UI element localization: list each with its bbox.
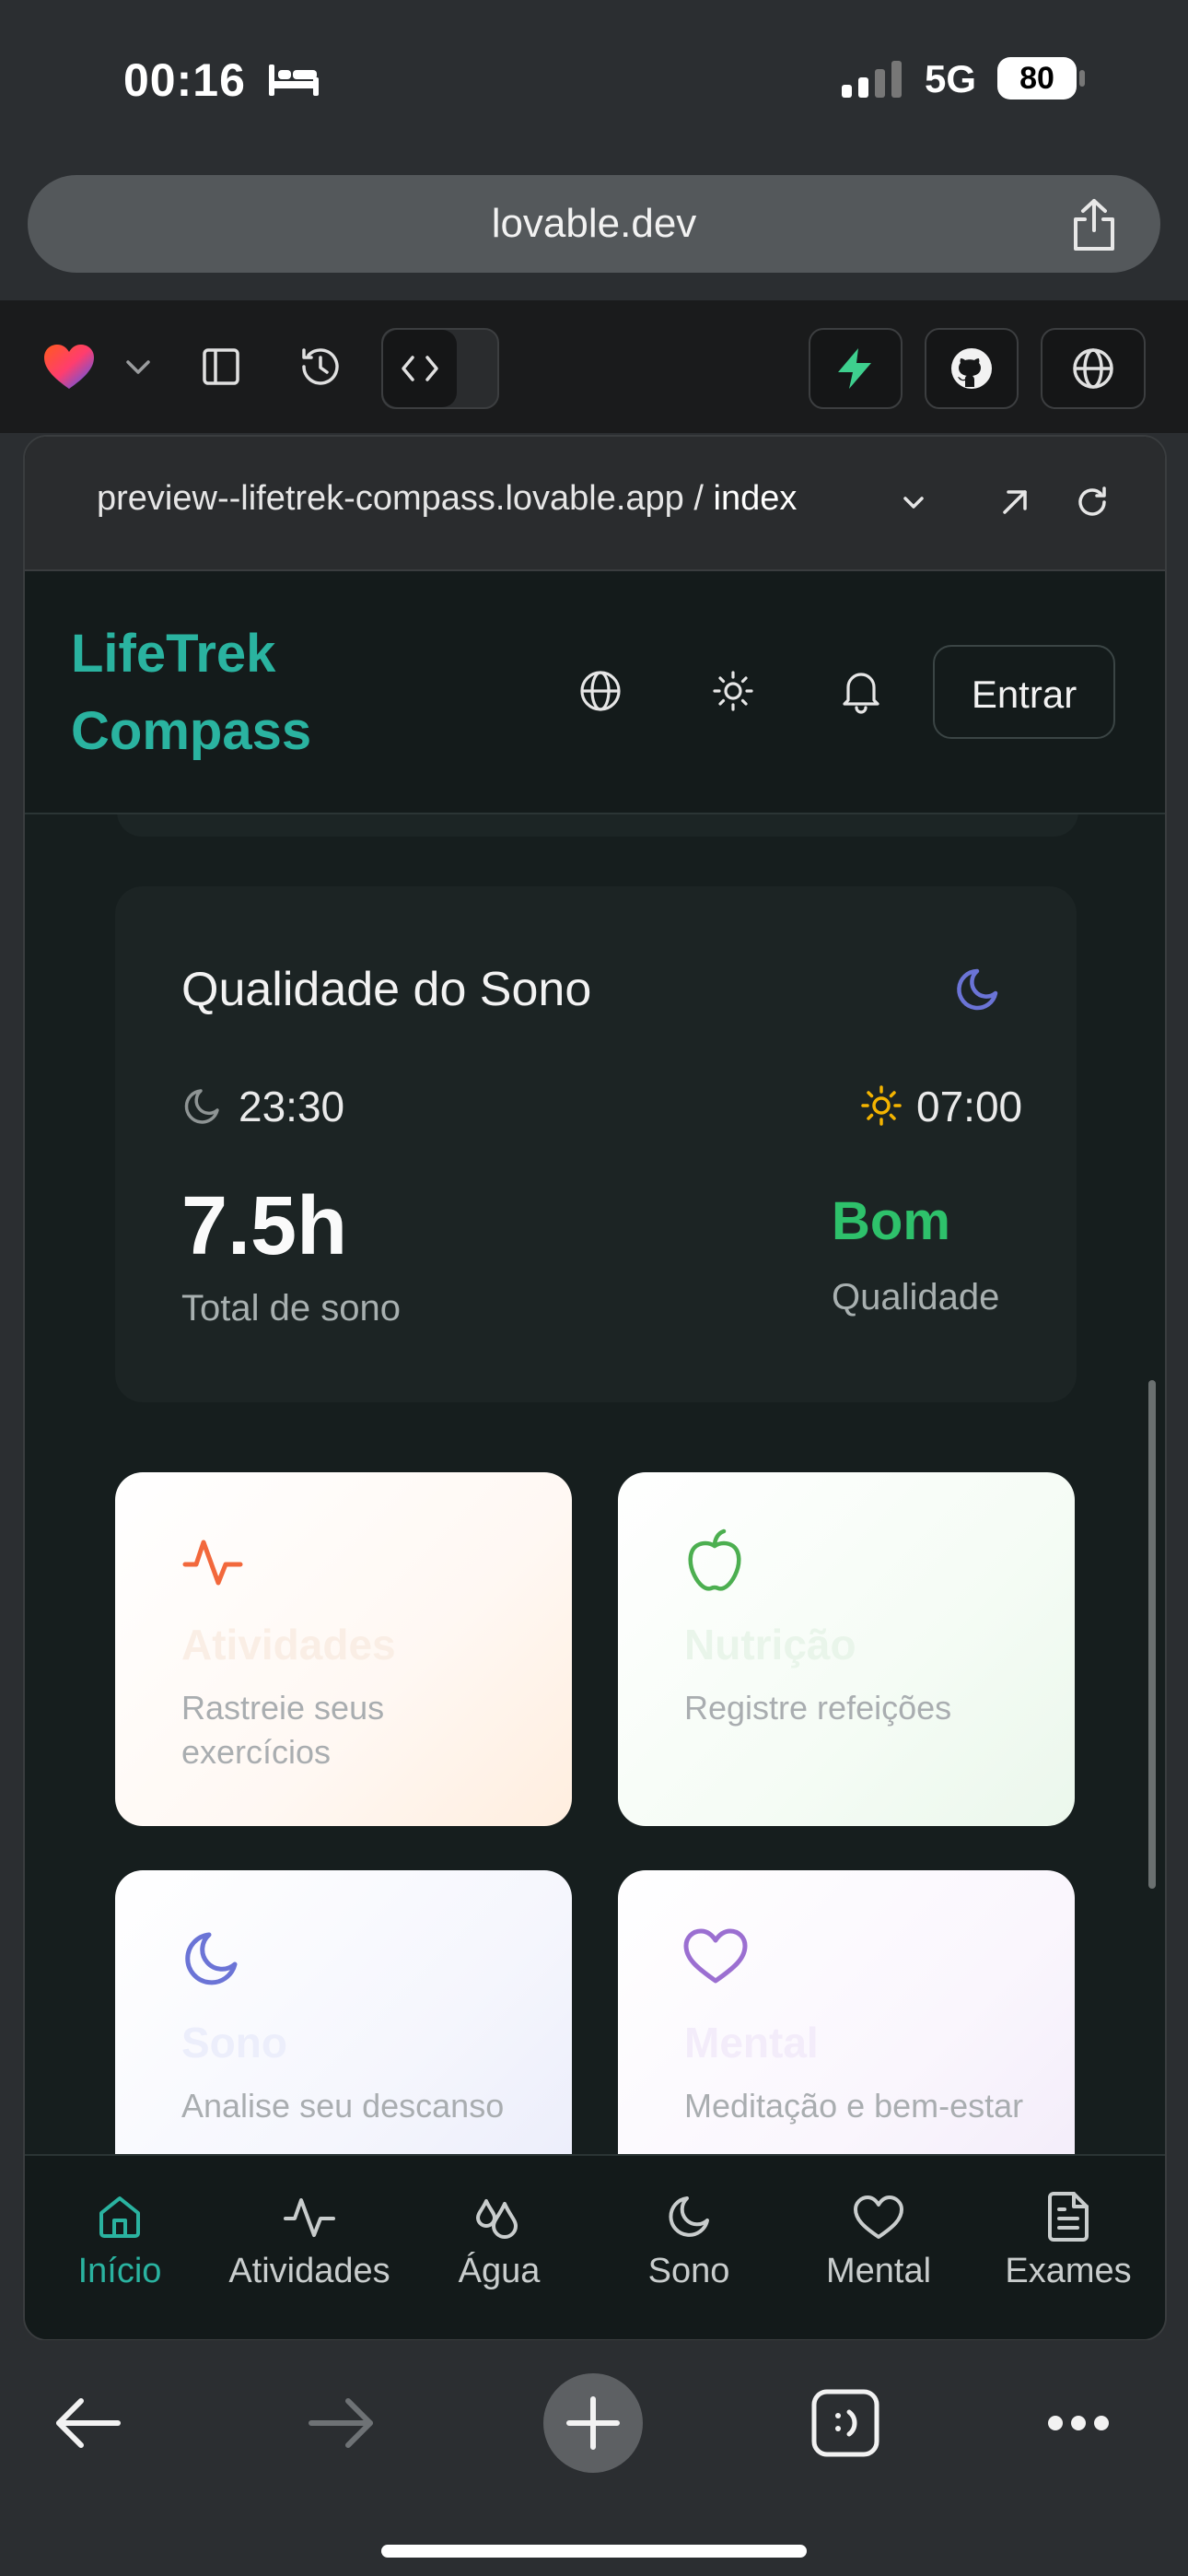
new-tab-button[interactable]: [543, 2373, 643, 2473]
nav-label: Início: [77, 2252, 162, 2290]
moon-icon: [953, 964, 1005, 1015]
feature-card-activities[interactable]: Atividades Rastreie seus exercícios: [115, 1472, 572, 1826]
home-indicator: [381, 2545, 807, 2558]
forward-arrow-icon[interactable]: [308, 2395, 376, 2451]
signal-icon: [842, 61, 906, 98]
status-bar: 00:16 5G 80: [0, 0, 1188, 166]
supabase-button[interactable]: [809, 328, 903, 409]
feature-title: Sono: [181, 2019, 287, 2067]
code-view-toggle[interactable]: [381, 328, 499, 409]
back-arrow-icon[interactable]: [53, 2395, 122, 2451]
publish-button[interactable]: [1041, 328, 1146, 409]
previous-card: [117, 814, 1078, 837]
bedtime-value: 23:30: [239, 1083, 345, 1130]
feature-title: Mental: [684, 2019, 819, 2067]
heart-nav-icon: [853, 2195, 904, 2241]
battery-indicator: 80: [997, 57, 1077, 100]
chevron-down-icon[interactable]: [125, 359, 151, 376]
tabs-icon[interactable]: [810, 2388, 880, 2458]
sleep-quality-label: Qualidade: [832, 1277, 1000, 1317]
plus-icon[interactable]: [565, 2395, 621, 2451]
activity-icon: [284, 2193, 335, 2241]
feature-card-mental[interactable]: Mental Meditação e bem-estar: [618, 1870, 1075, 2155]
brand-line-2: Compass: [71, 701, 312, 761]
heart-icon: [682, 1927, 749, 1986]
preview-address-bar: preview--lifetrek-compass.lovable.app / …: [25, 437, 1165, 571]
bottom-navigation: Início Atividades Água Sono Mental Exame…: [25, 2154, 1165, 2339]
total-sleep-value: 7.5h: [181, 1180, 348, 1272]
battery-cap-icon: [1079, 70, 1085, 87]
login-button[interactable]: Entrar: [933, 645, 1115, 739]
preview-frame: preview--lifetrek-compass.lovable.app / …: [23, 435, 1167, 2341]
droplets-icon: [473, 2193, 525, 2241]
nav-item-agua[interactable]: Água: [404, 2156, 594, 2339]
more-options-icon[interactable]: [1046, 2414, 1111, 2432]
sleep-mode-icon: [267, 61, 320, 98]
bedtime-moon-icon: [181, 1085, 224, 1128]
nav-label: Exames: [1005, 2252, 1132, 2290]
file-text-icon: [1046, 2191, 1090, 2242]
open-external-icon[interactable]: [999, 486, 1031, 518]
status-time: 00:16: [123, 54, 246, 106]
moon-nav-icon: [665, 2193, 713, 2241]
refresh-icon[interactable]: [1075, 485, 1110, 520]
app-header: LifeTrek Compass Entrar: [25, 571, 1165, 814]
share-icon[interactable]: [1068, 197, 1120, 252]
nav-label: Mental: [825, 2252, 932, 2290]
editor-toolbar: [0, 300, 1188, 433]
feature-description: Meditação e bem-estar: [684, 2087, 1024, 2125]
feature-description: Analise seu descanso: [181, 2087, 505, 2125]
preview-url[interactable]: preview--lifetrek-compass.lovable.app / …: [97, 479, 797, 519]
github-button[interactable]: [925, 328, 1019, 409]
scrollbar[interactable]: [1148, 1380, 1156, 1889]
nav-item-sono[interactable]: Sono: [594, 2156, 784, 2339]
lovable-logo-icon[interactable]: [42, 343, 96, 391]
browser-toolbar: [0, 2340, 1188, 2576]
sleep-moon-icon: [181, 1927, 244, 1990]
address-bar[interactable]: lovable.dev: [28, 175, 1160, 273]
feature-title: Nutrição: [684, 1621, 856, 1669]
nav-item-mental[interactable]: Mental: [784, 2156, 973, 2339]
nav-item-inicio[interactable]: Início: [25, 2156, 215, 2339]
github-icon[interactable]: [949, 346, 994, 391]
nav-item-atividades[interactable]: Atividades: [215, 2156, 404, 2339]
total-sleep-label: Total de sono: [181, 1288, 401, 1329]
sleep-quality-value: Bom: [832, 1191, 950, 1251]
address-bar-url[interactable]: lovable.dev: [28, 175, 1160, 273]
feature-description: Rastreie seus exercícios: [181, 1689, 385, 1771]
sleep-quality-card: Qualidade do Sono 23:30 07:00 7.5h Total…: [115, 886, 1077, 1402]
nav-item-exames[interactable]: Exames: [973, 2156, 1163, 2339]
history-icon[interactable]: [298, 345, 343, 389]
brand-line-1: LifeTrek: [71, 624, 276, 684]
nav-label: Água: [458, 2252, 541, 2290]
nav-label: Sono: [647, 2252, 730, 2290]
wake-sun-icon: [859, 1083, 903, 1128]
app-logo-text[interactable]: LifeTrek Compass: [71, 615, 375, 770]
feature-title: Atividades: [181, 1621, 396, 1669]
preview-route[interactable]: index: [714, 479, 798, 518]
notifications-bell-icon[interactable]: [837, 667, 885, 715]
sleep-card-title: Qualidade do Sono: [181, 963, 592, 1016]
apple-icon: [682, 1528, 747, 1594]
activity-pulse-icon: [181, 1531, 244, 1594]
lightning-icon[interactable]: [834, 346, 877, 391]
nav-label: Atividades: [228, 2252, 390, 2290]
sidebar-toggle-icon[interactable]: [201, 346, 241, 387]
wake-time-value: 07:00: [916, 1083, 1023, 1130]
home-icon: [96, 2193, 144, 2241]
theme-sun-icon[interactable]: [711, 669, 755, 713]
network-type: 5G: [925, 57, 977, 100]
feature-card-nutrition[interactable]: Nutrição Registre refeições: [618, 1472, 1075, 1826]
code-icon[interactable]: [400, 354, 440, 383]
route-chevron-down-icon[interactable]: [903, 496, 925, 510]
feature-description: Registre refeições: [684, 1689, 952, 1727]
main-content: Qualidade do Sono 23:30 07:00 7.5h Total…: [25, 814, 1165, 2155]
feature-card-sleep[interactable]: Sono Analise seu descanso: [115, 1870, 572, 2155]
preview-url-prefix: preview--lifetrek-compass.lovable.app /: [97, 479, 714, 518]
language-globe-icon[interactable]: [578, 669, 623, 713]
globe-icon[interactable]: [1071, 346, 1115, 391]
